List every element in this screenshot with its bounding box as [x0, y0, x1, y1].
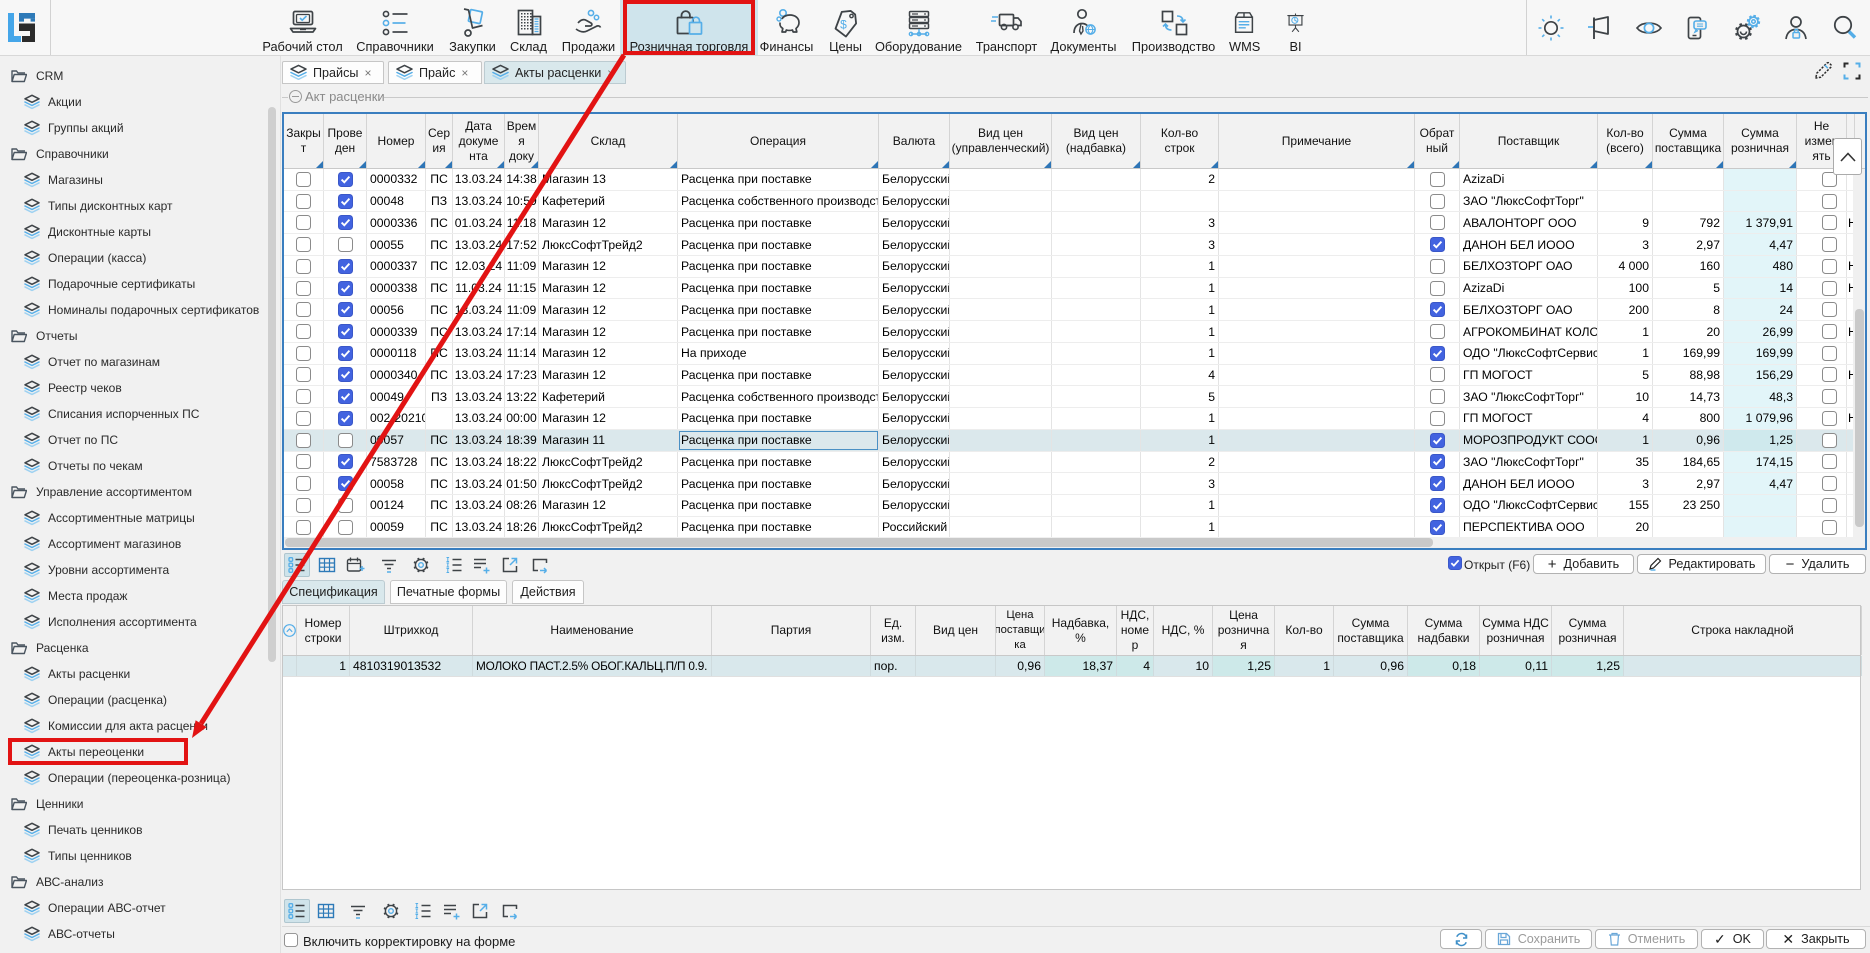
svg-text:$: $ [840, 17, 847, 31]
